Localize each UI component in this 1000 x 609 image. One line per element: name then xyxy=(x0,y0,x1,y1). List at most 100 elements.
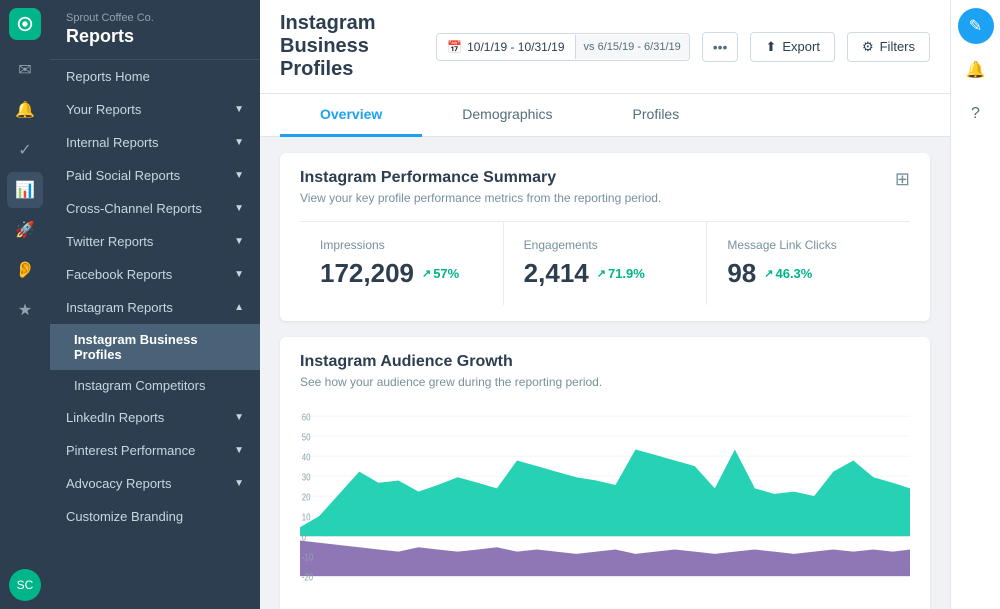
sidebar-item-instagram-competitors[interactable]: Instagram Competitors xyxy=(50,370,260,401)
notifications-icon[interactable]: 🔔 xyxy=(7,92,43,128)
company-name: Sprout Coffee Co. xyxy=(66,12,244,24)
facebook-label: Facebook Reports xyxy=(66,267,172,282)
sidebar-item-internal-reports[interactable]: Internal Reports ▼ xyxy=(50,126,260,159)
audience-growth-title: Instagram Audience Growth xyxy=(300,353,910,371)
svg-text:50: 50 xyxy=(302,432,311,443)
audience-growth-header: Instagram Audience Growth See how your a… xyxy=(300,353,910,389)
sidebar-item-facebook[interactable]: Facebook Reports ▼ xyxy=(50,258,260,291)
engagements-label: Engagements xyxy=(524,238,687,252)
metrics-row: Impressions 172,209 ↗57% Engagements 2,4… xyxy=(300,221,910,305)
sidebar-item-customize[interactable]: Customize Branding xyxy=(50,500,260,533)
reports-icon[interactable]: 📊 xyxy=(7,172,43,208)
date-range-selector[interactable]: 📅 10/1/19 - 10/31/19 vs 6/15/19 - 6/31/1… xyxy=(436,33,690,61)
sidebar-title: Reports xyxy=(66,26,244,47)
export-label: Export xyxy=(782,39,820,54)
export-button[interactable]: ⬆ Export xyxy=(750,32,834,62)
more-options-button[interactable]: ••• xyxy=(702,32,739,62)
performance-card: Instagram Performance Summary View your … xyxy=(280,153,930,321)
engagements-change: ↗71.9% xyxy=(597,266,645,281)
sidebar-item-reports-home[interactable]: Reports Home xyxy=(50,60,260,93)
svg-text:-10: -10 xyxy=(302,552,313,563)
metric-message-links: Message Link Clicks 98 ↗46.3% xyxy=(707,222,910,305)
paid-social-label: Paid Social Reports xyxy=(66,168,180,183)
chart-x-labels: 1 2 3 4 5 6 7 8 9 10 11 12 13 14 15 16 1… xyxy=(300,605,910,609)
impressions-number: 172,209 xyxy=(320,258,414,289)
internal-reports-label: Internal Reports xyxy=(66,135,159,150)
notifications-button[interactable]: 🔔 xyxy=(958,52,994,88)
sidebar-item-instagram-business[interactable]: Instagram Business Profiles xyxy=(50,324,260,370)
sidebar: Sprout Coffee Co. Reports Reports Home Y… xyxy=(50,0,260,609)
sidebar-item-cross-channel[interactable]: Cross-Channel Reports ▼ xyxy=(50,192,260,225)
svg-text:10: 10 xyxy=(302,512,311,523)
svg-text:40: 40 xyxy=(302,452,311,463)
performance-subtitle: View your key profile performance metric… xyxy=(300,191,895,205)
message-link-label: Message Link Clicks xyxy=(727,238,890,252)
customize-label: Customize Branding xyxy=(66,509,183,524)
your-reports-label: Your Reports xyxy=(66,102,141,117)
filters-label: Filters xyxy=(880,39,915,54)
grid-layout-icon[interactable]: ⊞ xyxy=(895,169,910,190)
up-arrow-icon: ↗ xyxy=(422,267,431,280)
engagements-number: 2,414 xyxy=(524,258,589,289)
logo-icon[interactable] xyxy=(9,8,41,40)
metric-engagements: Engagements 2,414 ↗71.9% xyxy=(504,222,708,305)
compose-icon[interactable]: ✉ xyxy=(7,52,43,88)
tab-overview[interactable]: Overview xyxy=(280,94,422,137)
svg-text:30: 30 xyxy=(302,472,311,483)
sidebar-header: Sprout Coffee Co. Reports xyxy=(50,0,260,60)
chevron-down-icon: ▼ xyxy=(234,104,244,115)
date-main[interactable]: 📅 10/1/19 - 10/31/19 xyxy=(437,34,574,60)
audience-growth-subtitle: See how your audience grew during the re… xyxy=(300,375,910,389)
chevron-down-icon: ▼ xyxy=(234,269,244,280)
performance-title: Instagram Performance Summary xyxy=(300,169,895,187)
audience-chart-container: 60 50 40 30 20 10 0 -10 -20 xyxy=(300,405,910,605)
tab-profiles[interactable]: Profiles xyxy=(593,94,720,137)
icon-rail-left: ✉ 🔔 ✓ 📊 🚀 👂 ★ SC xyxy=(0,0,50,609)
chevron-up-icon: ▲ xyxy=(234,302,244,313)
sidebar-item-pinterest[interactable]: Pinterest Performance ▼ xyxy=(50,434,260,467)
svg-text:20: 20 xyxy=(302,492,311,503)
sidebar-item-instagram[interactable]: Instagram Reports ▲ xyxy=(50,291,260,324)
impressions-value: 172,209 ↗57% xyxy=(320,258,483,289)
main-content: Instagram Business Profiles 📅 10/1/19 - … xyxy=(260,0,950,609)
sidebar-item-twitter[interactable]: Twitter Reports ▼ xyxy=(50,225,260,258)
filters-button[interactable]: ⚙ Filters xyxy=(847,32,930,62)
svg-text:60: 60 xyxy=(302,412,311,423)
audience-chart: 60 50 40 30 20 10 0 -10 -20 xyxy=(300,405,910,605)
date-main-value: 10/1/19 - 10/31/19 xyxy=(467,40,564,54)
engagements-value: 2,414 ↗71.9% xyxy=(524,258,687,289)
listening-icon[interactable]: 👂 xyxy=(7,252,43,288)
content-area: Instagram Performance Summary View your … xyxy=(260,137,950,609)
compose-button[interactable]: ✎ xyxy=(958,8,994,44)
export-icon: ⬆ xyxy=(765,39,776,55)
pinterest-label: Pinterest Performance xyxy=(66,443,195,458)
tab-demographics[interactable]: Demographics xyxy=(422,94,592,137)
chevron-down-icon: ▼ xyxy=(234,445,244,456)
metric-impressions: Impressions 172,209 ↗57% xyxy=(300,222,504,305)
chevron-down-icon: ▼ xyxy=(234,170,244,181)
tasks-icon[interactable]: ✓ xyxy=(7,132,43,168)
impressions-change: ↗57% xyxy=(422,266,459,281)
user-avatar[interactable]: SC xyxy=(9,569,41,601)
chevron-down-icon: ▼ xyxy=(234,137,244,148)
up-arrow-icon: ↗ xyxy=(764,267,773,280)
sidebar-item-linkedin[interactable]: LinkedIn Reports ▼ xyxy=(50,401,260,434)
message-link-number: 98 xyxy=(727,258,756,289)
sidebar-item-your-reports[interactable]: Your Reports ▼ xyxy=(50,93,260,126)
svg-text:0: 0 xyxy=(302,532,306,543)
publish-icon[interactable]: 🚀 xyxy=(7,212,43,248)
instagram-business-label: Instagram Business Profiles xyxy=(74,332,244,362)
svg-text:-20: -20 xyxy=(302,572,313,583)
message-link-change: ↗46.3% xyxy=(764,266,812,281)
star-icon[interactable]: ★ xyxy=(7,292,43,328)
page-title: Instagram Business Profiles xyxy=(280,12,424,81)
sidebar-item-advocacy[interactable]: Advocacy Reports ▼ xyxy=(50,467,260,500)
instagram-competitors-label: Instagram Competitors xyxy=(74,378,206,393)
right-rail: ✎ 🔔 ? xyxy=(950,0,1000,609)
twitter-label: Twitter Reports xyxy=(66,234,153,249)
sidebar-item-paid-social[interactable]: Paid Social Reports ▼ xyxy=(50,159,260,192)
advocacy-label: Advocacy Reports xyxy=(66,476,172,491)
filters-icon: ⚙ xyxy=(862,39,874,55)
help-button[interactable]: ? xyxy=(958,96,994,132)
up-arrow-icon: ↗ xyxy=(597,267,606,280)
